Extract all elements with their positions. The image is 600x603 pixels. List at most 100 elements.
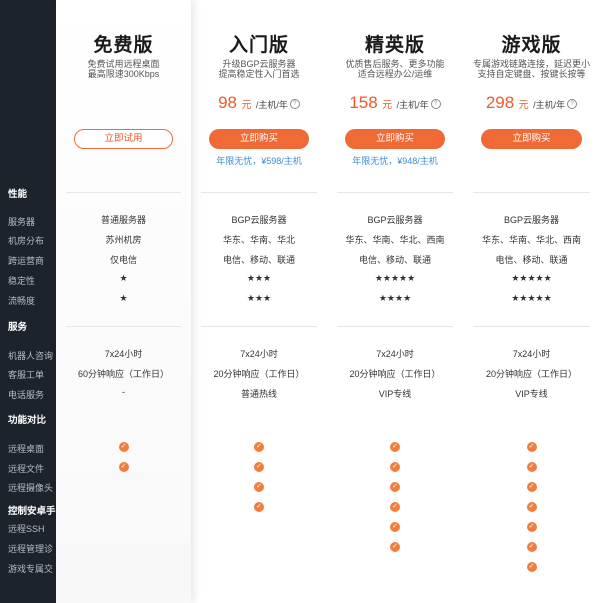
check-circle-icon: ✓ (118, 462, 129, 472)
price-amount: 158 (349, 93, 378, 112)
performance-cell: 电信、移动、联通 (495, 255, 568, 265)
buy-now-button[interactable]: 立即购买 (345, 129, 445, 149)
performance-cell: 苏州机房 (105, 235, 142, 245)
check-circle-icon: ✓ (390, 542, 400, 552)
check-circle-icon: ✓ (390, 522, 400, 532)
plan-multi-year-note: 年限无忧，¥948/主机 (352, 156, 438, 166)
section-divider (337, 326, 453, 327)
performance-cell: BGP云服务器 (503, 215, 559, 225)
section-divider (66, 326, 181, 327)
service-cell: 7x24小时 (240, 349, 278, 359)
performance-cell: BGP云服务器 (367, 215, 423, 225)
price-currency: 元 (241, 100, 252, 111)
service-cell: 20分钟响应（工作日） (349, 369, 441, 379)
try-free-button[interactable]: 立即试用 (74, 129, 173, 149)
service-cell: VIP专线 (378, 389, 412, 399)
buy-now-button[interactable]: 立即购买 (481, 129, 582, 149)
sidebar-row-label: 机器人咨询 (8, 351, 54, 361)
check-circle-icon: ✓ (526, 502, 537, 512)
sidebar-row-label: 跨运营商 (8, 256, 45, 266)
help-circle-icon[interactable]: ? (567, 98, 578, 109)
sidebar-row-label: 机房分布 (8, 236, 45, 246)
price-currency: 元 (382, 100, 393, 111)
check-circle-icon: ✓ (390, 442, 400, 452)
sidebar-row-label: 服务器 (8, 217, 36, 227)
plan-price: 98 元 /主机/年? (191, 93, 327, 113)
plan-name: 精英版 (364, 35, 425, 56)
buy-now-button[interactable]: 立即购买 (209, 129, 309, 149)
sidebar-row-label: 远程桌面 (8, 444, 45, 454)
performance-cell: 华东、华南、华北、西南 (481, 235, 581, 245)
service-cell: 20分钟响应（工作日） (213, 369, 305, 379)
performance-cell: ★★★★★ (374, 273, 416, 283)
check-circle-icon: ✓ (118, 442, 129, 452)
plan-column: 免费版 免费试用远程桌面 最高限速300Kbps 立即试用 普通服务器 苏州机房 仅电信 ★ ★… (56, 0, 191, 603)
sidebar-group-title: 性能 (8, 189, 28, 200)
performance-cell: 普通服务器 (100, 215, 146, 225)
check-circle-icon: ✓ (254, 462, 264, 472)
sidebar-group-title: 服务 (8, 322, 28, 333)
check-circle-icon: ✓ (526, 562, 537, 572)
help-circle-icon[interactable]: ? (430, 98, 441, 109)
price-currency: 元 (518, 100, 529, 111)
sidebar-row-label: 远程摄像头 (8, 483, 54, 493)
plan-column: 入门版 升级BGP云服务器 提高稳定性入门首选 98 元 /主机/年? 立即购买 年限无忧… (191, 0, 327, 603)
service-cell: 60分钟响应（工作日） (77, 369, 169, 379)
check-circle-icon: ✓ (526, 482, 537, 492)
plan-description: 提高稳定性入门首选 (218, 69, 300, 79)
check-circle-icon: ✓ (526, 542, 537, 552)
performance-cell: ★★★ (246, 273, 272, 283)
performance-cell: 电信、移动、联通 (222, 255, 295, 265)
check-circle-icon: ✓ (526, 522, 537, 532)
price-amount: 98 (218, 93, 237, 112)
service-cell: 7x24小时 (512, 349, 551, 359)
check-circle-icon: ✓ (254, 482, 264, 492)
service-cell: 普通热线 (240, 389, 277, 399)
performance-cell: ★ (119, 273, 128, 283)
check-circle-icon: ✓ (254, 442, 264, 452)
performance-cell: ★★★★ (378, 293, 412, 303)
plan-multi-year-note: 年限无忧，¥598/主机 (216, 156, 302, 166)
price-amount: 298 (485, 93, 515, 112)
performance-cell: 电信、移动、联通 (358, 255, 431, 265)
plan-name: 入门版 (228, 35, 289, 56)
sidebar-group-title: 控制安卓手 (8, 506, 56, 517)
section-divider (337, 192, 453, 193)
performance-cell: 仅电信 (109, 255, 137, 265)
plan-description: 最高限速300Kbps (87, 69, 160, 79)
plan-name: 免费版 (93, 35, 154, 56)
plan-column: 游戏版 专属游戏链路连接，延迟更小 支持自定键盘、按键长按等 298 元 /主机/年?… (463, 0, 600, 603)
plan-description: 支持自定键盘、按键长按等 (477, 69, 586, 79)
sidebar-row-label: 远程文件 (8, 464, 45, 474)
sidebar-row-label: 稳定性 (8, 276, 36, 286)
section-divider (66, 192, 181, 193)
performance-cell: ★★★ (246, 293, 272, 303)
section-divider (201, 192, 317, 193)
check-circle-icon: ✓ (390, 482, 400, 492)
help-circle-icon[interactable]: ? (289, 98, 300, 109)
check-circle-icon: ✓ (526, 462, 537, 472)
plan-price: 158 元 /主机/年? (327, 93, 463, 113)
sidebar-group-title: 功能对比 (8, 415, 47, 426)
check-circle-icon: ✓ (254, 502, 264, 512)
section-divider (201, 326, 317, 327)
check-circle-icon: ✓ (526, 442, 537, 452)
check-circle-icon: ✓ (390, 462, 400, 472)
plan-description: 适合远程办公/运维 (357, 69, 433, 79)
sidebar-row-label: 远程管理诊 (8, 544, 54, 554)
plan-name: 游戏版 (501, 35, 562, 56)
sidebar-row-label: 客服工单 (8, 370, 45, 380)
price-unit: /主机/年 (255, 100, 288, 110)
plan-price: 298 元 /主机/年? (463, 93, 600, 113)
price-unit: /主机/年 (533, 100, 566, 110)
performance-cell: ★★★★★ (511, 293, 552, 303)
sidebar-row-label: 远程SSH (8, 524, 45, 534)
performance-cell: BGP云服务器 (231, 215, 287, 225)
section-divider (473, 326, 590, 327)
price-unit: /主机/年 (396, 100, 429, 110)
sidebar-row-label: 电话服务 (8, 390, 45, 400)
performance-cell: ★★★★★ (511, 273, 552, 283)
service-cell: 20分钟响应（工作日） (485, 369, 577, 379)
performance-cell: ★ (119, 293, 128, 303)
sidebar-row-label: 游戏专属交 (8, 564, 54, 574)
